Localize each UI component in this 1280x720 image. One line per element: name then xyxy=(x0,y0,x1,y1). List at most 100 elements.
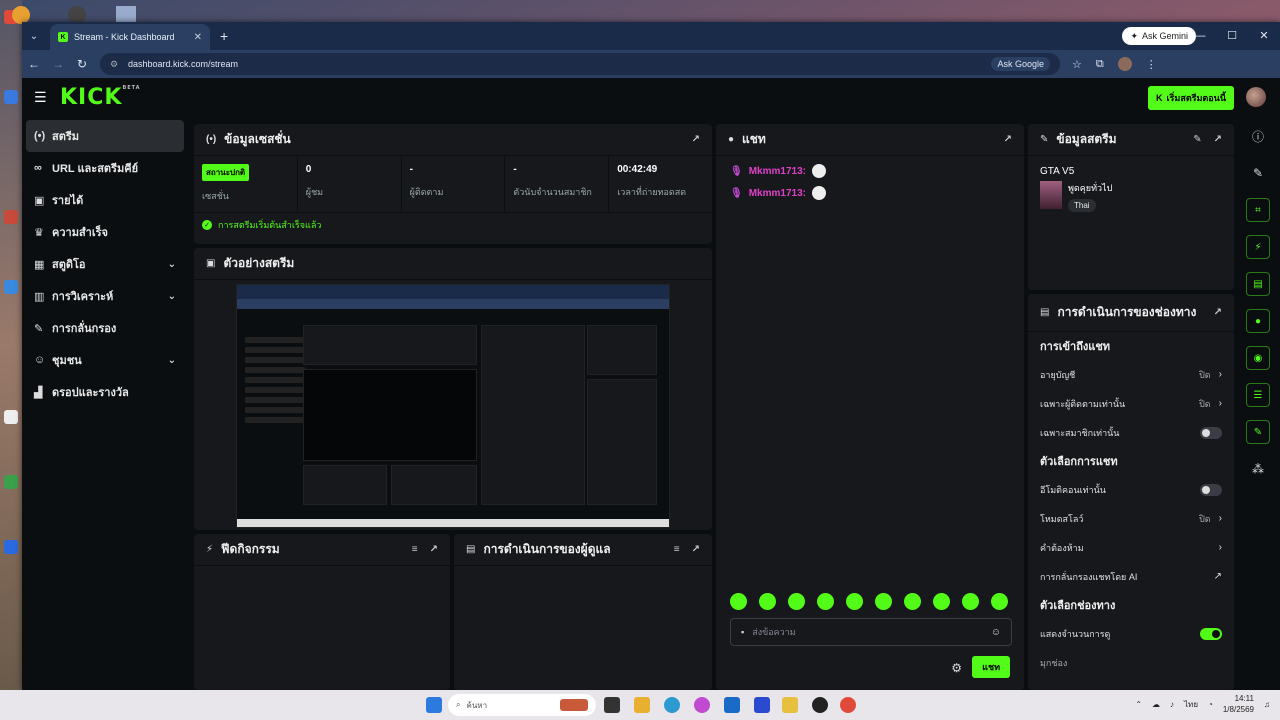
sidebar-item-community[interactable]: ☺ ชุมชน ⌄ xyxy=(22,344,188,376)
notification-bell-icon[interactable]: ♫ xyxy=(1264,700,1270,709)
task-view-icon[interactable] xyxy=(604,697,620,713)
close-window-icon[interactable]: ✕ xyxy=(1248,22,1280,50)
slow-mode-row[interactable]: โหมดสโลว์ ปิด › xyxy=(1028,504,1234,533)
chat-username[interactable]: Mkmm1713: xyxy=(749,166,806,177)
chrome-taskbar-icon[interactable] xyxy=(840,697,856,713)
cloud-icon[interactable]: ☁ xyxy=(1152,700,1160,709)
sidebar-item-url-keys[interactable]: ∞ URL และสตรีมคีย์ xyxy=(22,152,188,184)
close-tab-icon[interactable]: ✕ xyxy=(194,32,202,43)
file-explorer-icon[interactable] xyxy=(634,697,650,713)
stack-icon[interactable]: ☰ xyxy=(1246,383,1270,407)
chat-message[interactable]: 🎙 Mkmm1713: xyxy=(716,160,1024,182)
new-tab-icon[interactable]: + xyxy=(220,28,228,44)
popout-icon[interactable]: ↗ xyxy=(1214,134,1222,145)
emote-icon[interactable] xyxy=(788,593,805,610)
followers-only-row[interactable]: เฉพาะผู้ติดตามเท่านั้น ปิด › xyxy=(1028,389,1234,418)
emote-icon[interactable] xyxy=(730,593,747,610)
microphone-icon[interactable]: ♪ xyxy=(1170,700,1174,709)
wrench-icon[interactable]: ✎ xyxy=(1246,420,1270,444)
lightning-icon[interactable]: ⚡ xyxy=(1246,235,1270,259)
sidebar-item-revenue[interactable]: ▣ รายได้ xyxy=(22,184,188,216)
sidebar-item-moderation[interactable]: ✎ การกลั่นกรอง xyxy=(22,312,188,344)
clip-icon[interactable]: ⌗ xyxy=(1246,198,1270,222)
menu-dots-icon[interactable]: ⋮ xyxy=(1146,58,1157,71)
url-field[interactable]: ⚙ dashboard.kick.com/stream Ask Google xyxy=(100,53,1060,75)
chat-input[interactable]: ▪ ส่งข้อความ ☺ xyxy=(730,618,1012,646)
popout-icon[interactable]: ↗ xyxy=(1004,134,1012,145)
document-icon[interactable]: ▤ xyxy=(1246,272,1270,296)
filter-icon[interactable]: ≡ xyxy=(674,544,680,555)
kick-logo[interactable]: KICKBETA xyxy=(60,85,141,110)
chat-message[interactable]: 🎙 Mkmm1713: xyxy=(716,182,1024,204)
desktop-shortcut-icon[interactable] xyxy=(4,540,18,554)
emoji-picker-icon[interactable]: ☺ xyxy=(991,627,1001,638)
filter-icon[interactable]: ≡ xyxy=(412,544,418,555)
tab-search-chevron-icon[interactable]: ⌄ xyxy=(24,26,44,46)
sidebar-item-stream[interactable]: (•) สตรีม xyxy=(26,120,184,152)
emote-icon[interactable] xyxy=(991,593,1008,610)
emote-icon[interactable] xyxy=(933,593,950,610)
extensions-icon[interactable]: ⧉ xyxy=(1096,58,1104,71)
profile-avatar-icon[interactable] xyxy=(1117,57,1132,71)
bookmark-star-icon[interactable]: ☆ xyxy=(1072,58,1082,71)
broadcast-icon[interactable]: ◉ xyxy=(1246,346,1270,370)
sidebar-item-analytics[interactable]: ▥ การวิเคราะห์ ⌄ xyxy=(22,280,188,312)
minimize-icon[interactable]: — xyxy=(1184,22,1216,50)
emote-icon[interactable] xyxy=(846,593,863,610)
sidebar-item-studio[interactable]: ▦ สตูดิโอ ⌄ xyxy=(22,248,188,280)
emote-icon[interactable] xyxy=(875,593,892,610)
edit-pencil-icon[interactable]: ✎ xyxy=(1246,161,1270,185)
emote-icon[interactable] xyxy=(904,593,921,610)
maximize-icon[interactable]: ☐ xyxy=(1216,22,1248,50)
desktop-shortcut-icon[interactable] xyxy=(4,90,18,104)
taskbar-search[interactable]: ⌕ ค้นหา xyxy=(448,694,596,716)
chat-bubble-icon[interactable]: ● xyxy=(1246,309,1270,333)
ask-google-button[interactable]: Ask Google xyxy=(991,57,1050,71)
emotes-only-toggle[interactable] xyxy=(1200,483,1222,496)
desktop-shortcut-icon[interactable] xyxy=(4,210,18,224)
sidebar-item-achievements[interactable]: ♛ ความสำเร็จ xyxy=(22,216,188,248)
edit-pencil-icon[interactable]: ✎ xyxy=(1193,134,1201,145)
info-icon[interactable]: ⓘ xyxy=(1246,124,1270,148)
popout-icon[interactable]: ↗ xyxy=(692,544,700,555)
browser-tab-active[interactable]: K Stream - Kick Dashboard ✕ xyxy=(50,24,210,50)
viewer-count-toggle[interactable] xyxy=(1200,627,1222,640)
emote-icon[interactable] xyxy=(759,593,776,610)
network-icon[interactable]: ◔ xyxy=(1208,700,1213,709)
ai-moderation-row[interactable]: การกลั่นกรองแชทโดย AI ↗ xyxy=(1028,562,1234,591)
chat-username[interactable]: Mkmm1713: xyxy=(749,188,806,199)
desktop-shortcut-icon[interactable] xyxy=(4,475,18,489)
windows-start-icon[interactable] xyxy=(426,697,442,713)
obs-desktop-icon[interactable] xyxy=(4,410,18,424)
emote-icon[interactable] xyxy=(962,593,979,610)
go-live-button[interactable]: K เริ่มสตรีมตอนนี้ xyxy=(1147,86,1234,110)
copilot-icon[interactable] xyxy=(694,697,710,713)
input-language[interactable]: ไทย xyxy=(1184,698,1198,711)
channel-extra-row[interactable]: มุกช่อง xyxy=(1028,648,1234,677)
clock[interactable]: 14:11 1/8/2569 xyxy=(1223,693,1254,715)
obs-icon[interactable] xyxy=(812,697,828,713)
stream-preview-video[interactable] xyxy=(236,284,670,528)
edge-icon[interactable] xyxy=(664,697,680,713)
popout-icon[interactable]: ↗ xyxy=(1214,307,1222,318)
chat-settings-gear-icon[interactable]: ⚙ xyxy=(951,661,962,675)
share-icon[interactable]: ⁂ xyxy=(1246,457,1270,481)
site-info-icon[interactable]: ⚙ xyxy=(110,59,120,70)
popout-icon[interactable]: ↗ xyxy=(692,134,700,145)
account-age-row[interactable]: อายุบัญชี ปิด › xyxy=(1028,360,1234,389)
hamburger-menu-icon[interactable]: ☰ xyxy=(34,89,48,106)
emote-icon[interactable] xyxy=(817,593,834,610)
chat-send-button[interactable]: แชท xyxy=(972,656,1010,678)
store-icon[interactable] xyxy=(754,697,770,713)
chevron-up-icon[interactable]: ⌃ xyxy=(1135,700,1142,709)
user-avatar[interactable] xyxy=(1246,87,1266,107)
desktop-shortcut-icon[interactable] xyxy=(4,280,18,294)
app-r-icon[interactable] xyxy=(782,697,798,713)
back-icon[interactable]: ← xyxy=(22,57,46,71)
outlook-icon[interactable] xyxy=(724,697,740,713)
reload-icon[interactable]: ↻ xyxy=(70,57,94,71)
popout-icon[interactable]: ↗ xyxy=(430,544,438,555)
sidebar-item-drops[interactable]: ▟ ดรอปและรางวัล xyxy=(22,376,188,408)
subscribers-only-toggle[interactable] xyxy=(1200,426,1222,439)
forward-icon[interactable]: → xyxy=(46,57,70,71)
